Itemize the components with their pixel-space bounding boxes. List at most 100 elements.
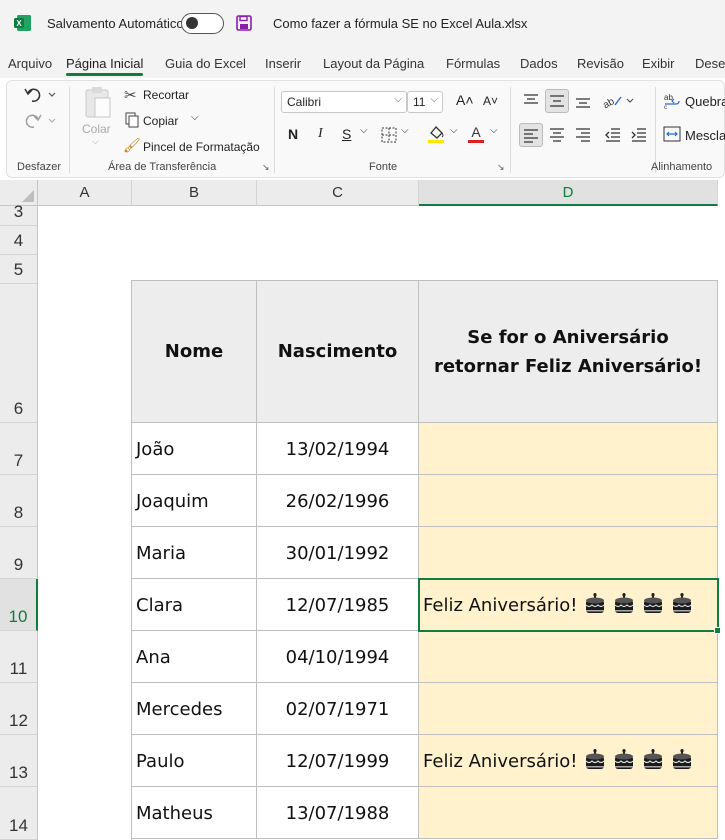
header-cell-nome[interactable]: Nome xyxy=(132,281,257,423)
row-header-11[interactable]: 11 xyxy=(0,631,38,683)
svg-text:c: c xyxy=(664,105,667,110)
table-cell-nascimento[interactable]: 12/07/1985 xyxy=(257,579,419,631)
autosave-toggle[interactable] xyxy=(181,13,224,34)
underline-dropdown-icon[interactable]: ⌵ xyxy=(360,125,368,136)
table-cell-nascimento[interactable]: 12/07/1999 xyxy=(257,735,419,787)
row-header-13[interactable]: 13 xyxy=(0,735,38,787)
redo-button[interactable] xyxy=(23,111,59,131)
tab-dados[interactable]: Dados xyxy=(520,56,558,71)
table-cell-nascimento[interactable]: 26/02/1996 xyxy=(257,475,419,527)
align-top-icon[interactable] xyxy=(521,91,541,111)
table-cell-nome[interactable]: Mercedes xyxy=(132,683,257,735)
column-header-d[interactable]: D xyxy=(419,180,718,206)
table-cell-resultado[interactable] xyxy=(419,527,718,579)
decrease-indent-icon[interactable] xyxy=(603,124,623,146)
tab-pagina-inicial[interactable]: Página Inicial xyxy=(66,56,144,76)
table-cell-nome[interactable]: Joaquim xyxy=(132,475,257,527)
header-cell-nascimento[interactable]: Nascimento xyxy=(257,281,419,423)
format-painter-icon[interactable]: 🖌 xyxy=(123,137,141,154)
table-cell-nascimento[interactable]: 30/01/1992 xyxy=(257,527,419,579)
copy-dropdown-icon[interactable]: ⌵ xyxy=(191,112,199,123)
merge-icon[interactable] xyxy=(663,126,681,142)
table-cell-nome[interactable]: Matheus xyxy=(132,787,257,839)
borders-icon[interactable] xyxy=(381,127,397,143)
fill-color-dropdown-icon[interactable]: ⌵ xyxy=(450,125,458,136)
align-center-icon[interactable] xyxy=(547,124,567,146)
column-header-a[interactable]: A xyxy=(38,180,132,206)
tab-inserir[interactable]: Inserir xyxy=(265,56,301,71)
fill-color-icon[interactable] xyxy=(427,124,445,144)
tab-exibir[interactable]: Exibir xyxy=(642,56,675,71)
scissors-icon[interactable]: ✂ xyxy=(124,86,137,104)
undo-button[interactable] xyxy=(23,85,59,105)
font-color-icon[interactable]: A xyxy=(467,124,485,144)
orientation-icon[interactable]: ab xyxy=(601,91,635,111)
format-painter-button[interactable]: Pincel de Formatação xyxy=(143,140,260,154)
align-middle-icon[interactable] xyxy=(545,89,569,113)
save-icon[interactable] xyxy=(236,15,252,31)
tab-layout-da-pagina[interactable]: Layout da Página xyxy=(323,56,424,71)
align-right-icon[interactable] xyxy=(573,124,593,146)
underline-button[interactable]: S xyxy=(342,126,351,142)
row-header-9[interactable]: 9 xyxy=(0,527,38,579)
row-header-4[interactable]: 4 xyxy=(0,226,38,255)
italic-button[interactable]: I xyxy=(318,126,323,142)
table-cell-nome[interactable]: Paulo xyxy=(132,735,257,787)
table-cell-nome[interactable]: Clara xyxy=(132,579,257,631)
row-header-14[interactable]: 14 xyxy=(0,787,38,840)
tab-revisao[interactable]: Revisão xyxy=(577,56,624,71)
table-cell-nome[interactable]: Ana xyxy=(132,631,257,683)
table-cell-resultado[interactable]: Feliz Aniversário! xyxy=(419,735,718,787)
table-cell-resultado[interactable] xyxy=(419,683,718,735)
active-cell-selection[interactable] xyxy=(418,578,719,632)
copy-button[interactable]: Copiar xyxy=(143,114,178,128)
align-left-icon[interactable] xyxy=(519,123,543,147)
paste-label[interactable]: Colar xyxy=(82,122,111,136)
table-cell-nome[interactable]: Maria xyxy=(132,527,257,579)
header-cell-resultado[interactable]: Se for o Aniversário retornar Feliz Aniv… xyxy=(419,281,718,423)
column-header-b[interactable]: B xyxy=(132,180,257,206)
tab-arquivo[interactable]: Arquivo xyxy=(8,56,52,71)
paste-dropdown-icon[interactable]: ⌵ xyxy=(92,136,99,147)
row-header-8[interactable]: 8 xyxy=(0,475,38,527)
table-cell-resultado[interactable] xyxy=(419,787,718,839)
tab-formulas[interactable]: Fórmulas xyxy=(446,56,500,71)
font-launcher-icon[interactable]: ↘ xyxy=(497,162,505,173)
paste-icon[interactable] xyxy=(83,85,113,119)
column-header-c[interactable]: C xyxy=(257,180,419,206)
table-cell-nascimento[interactable]: 13/02/1994 xyxy=(257,423,419,475)
merge-button[interactable]: Mesclar xyxy=(685,128,725,143)
chevron-down-icon[interactable]: ⌵ xyxy=(504,14,513,29)
wrap-text-icon[interactable]: ab c xyxy=(663,92,681,111)
tab-guia-do-excel[interactable]: Guia do Excel xyxy=(165,56,246,71)
fill-handle[interactable] xyxy=(714,627,721,634)
borders-dropdown-icon[interactable]: ⌵ xyxy=(401,125,409,136)
row-header-6[interactable]: 6 xyxy=(0,284,38,423)
row-header-7[interactable]: 7 xyxy=(0,423,38,475)
cut-button[interactable]: Recortar xyxy=(143,88,189,102)
table-cell-resultado[interactable] xyxy=(419,423,718,475)
table-cell-nome[interactable]: João xyxy=(132,423,257,475)
tab-desenhar[interactable]: Dese xyxy=(695,56,725,71)
bold-button[interactable]: N xyxy=(288,126,298,142)
row-header-10[interactable]: 10 xyxy=(0,579,38,631)
font-color-dropdown-icon[interactable]: ⌵ xyxy=(490,125,498,136)
font-size-select[interactable]: 11 ⌵ xyxy=(407,91,443,113)
align-bottom-icon[interactable] xyxy=(573,91,593,111)
clipboard-launcher-icon[interactable]: ↘ xyxy=(262,162,270,173)
row-header-5[interactable]: 5 xyxy=(0,255,38,284)
row-header-3[interactable]: 3 xyxy=(0,202,38,226)
copy-icon[interactable] xyxy=(125,112,139,128)
wrap-text-button[interactable]: Quebra xyxy=(685,94,725,109)
table-cell-resultado[interactable] xyxy=(419,631,718,683)
row-header-12[interactable]: 12 xyxy=(0,683,38,735)
table-cell-nascimento[interactable]: 04/10/1994 xyxy=(257,631,419,683)
increase-font-icon[interactable]: A˄ xyxy=(456,92,474,108)
decrease-font-icon[interactable]: A˅ xyxy=(483,94,498,108)
table-cell-resultado[interactable] xyxy=(419,475,718,527)
document-title[interactable]: Como fazer a fórmula SE no Excel Aula.xl… xyxy=(273,16,527,31)
font-name-select[interactable]: Calibri ⌵ xyxy=(281,91,407,113)
increase-indent-icon[interactable] xyxy=(629,124,649,146)
table-cell-nascimento[interactable]: 13/07/1988 xyxy=(257,787,419,839)
table-cell-nascimento[interactable]: 02/07/1971 xyxy=(257,683,419,735)
